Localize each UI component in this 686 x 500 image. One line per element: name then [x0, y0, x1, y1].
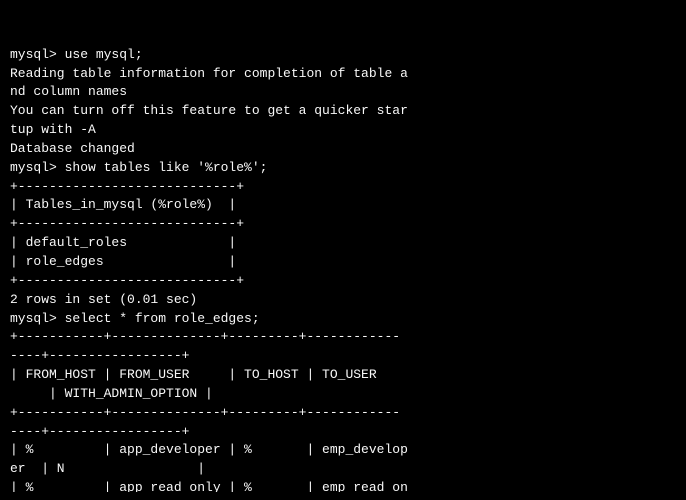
terminal-line: ----+-----------------+	[10, 423, 676, 442]
terminal-line: | default_roles |	[10, 234, 676, 253]
terminal-output: mysql> use mysql;Reading table informati…	[10, 46, 676, 492]
terminal-line: mysql> use mysql;	[10, 46, 676, 65]
terminal-line: +----------------------------+	[10, 272, 676, 291]
terminal-line: +-----------+--------------+---------+--…	[10, 404, 676, 423]
terminal-line: tup with -A	[10, 121, 676, 140]
terminal-line: | WITH_ADMIN_OPTION |	[10, 385, 676, 404]
terminal-line: | role_edges |	[10, 253, 676, 272]
terminal-line: Reading table information for completion…	[10, 65, 676, 84]
terminal-line: 2 rows in set (0.01 sec)	[10, 291, 676, 310]
terminal-line: ----+-----------------+	[10, 347, 676, 366]
terminal-line: | % | app_read_only | % | emp_read_on	[10, 479, 676, 492]
terminal-line: | FROM_HOST | FROM_USER | TO_HOST | TO_U…	[10, 366, 676, 385]
terminal-line: | % | app_developer | % | emp_develop	[10, 441, 676, 460]
terminal-line: +-----------+--------------+---------+--…	[10, 328, 676, 347]
terminal-line: Database changed	[10, 140, 676, 159]
terminal-line: mysql> select * from role_edges;	[10, 310, 676, 329]
terminal-line: +----------------------------+	[10, 215, 676, 234]
terminal-line: You can turn off this feature to get a q…	[10, 102, 676, 121]
terminal-line: er | N |	[10, 460, 676, 479]
terminal-line: mysql> show tables like '%role%';	[10, 159, 676, 178]
terminal-line: nd column names	[10, 83, 676, 102]
terminal-window: mysql> use mysql;Reading table informati…	[10, 8, 676, 492]
terminal-line: +----------------------------+	[10, 178, 676, 197]
terminal-line: | Tables_in_mysql (%role%) |	[10, 196, 676, 215]
